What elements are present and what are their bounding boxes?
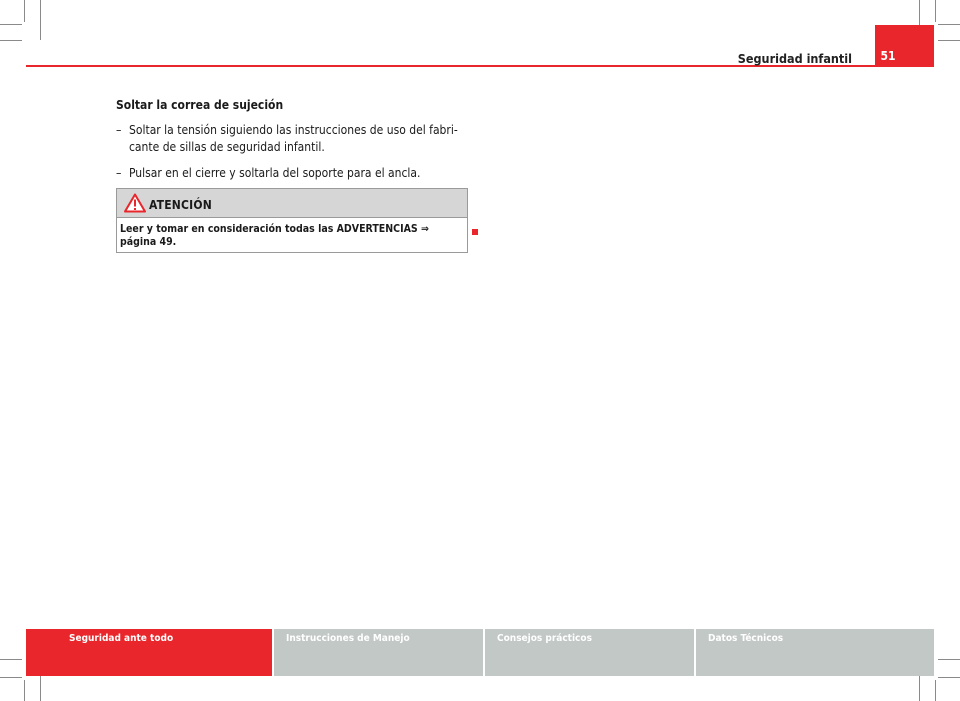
footer-tab-instrucciones-de-manejo[interactable]: Instrucciones de Manejo xyxy=(272,629,483,676)
step-text-line: Pulsar en el cierre y soltarla del sopor… xyxy=(129,166,421,180)
end-of-section-mark xyxy=(472,229,478,235)
step-text-line: Soltar la tensión siguiendo las instrucc… xyxy=(129,123,458,137)
warning-text: Leer y tomar en consideración todas las … xyxy=(120,223,429,248)
footer-tab-datos-tecnicos[interactable]: Datos Técnicos xyxy=(694,629,934,676)
step-item: – Pulsar en el cierre y soltarla del sop… xyxy=(116,165,468,182)
step-item: – Soltar la tensión siguiendo las instru… xyxy=(116,122,468,156)
footer-tab-seguridad-ante-todo[interactable]: Seguridad ante todo xyxy=(26,629,272,676)
warning-triangle-icon xyxy=(124,193,146,213)
step-bullet: – xyxy=(116,166,122,180)
header-section-title: Seguridad infantil xyxy=(737,51,852,66)
page-number: 51 xyxy=(880,49,896,63)
footer-nav: Seguridad ante todo Instrucciones de Man… xyxy=(26,629,934,676)
warning-title: ATENCIÓN xyxy=(149,198,212,212)
warning-header: ATENCIÓN xyxy=(117,189,467,218)
footer-tab-consejos-practicos[interactable]: Consejos prácticos xyxy=(483,629,694,676)
main-content: Soltar la correa de sujeción – Soltar la… xyxy=(116,97,468,191)
warning-box: ATENCIÓN Leer y tomar en consideración t… xyxy=(116,188,468,253)
section-heading: Soltar la correa de sujeción xyxy=(116,98,284,112)
step-bullet: – xyxy=(116,123,122,137)
step-text-line: cante de sillas de seguridad infantil. xyxy=(129,140,325,154)
page-number-tab: 51 xyxy=(875,25,934,67)
